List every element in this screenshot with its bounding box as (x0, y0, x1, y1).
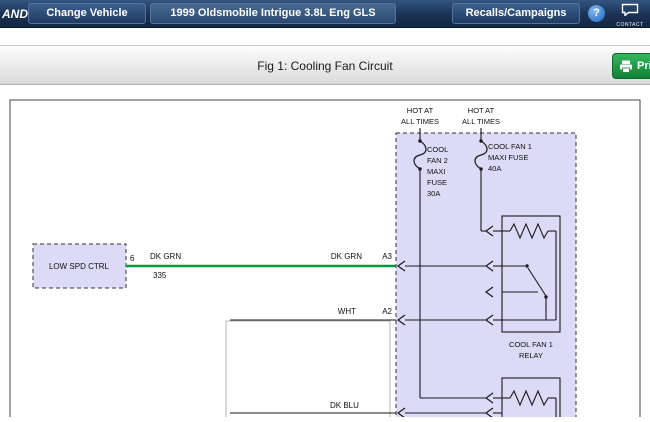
vehicle-title-tab[interactable]: 1999 Oldsmobile Intrigue 3.8L Eng GLS (150, 3, 396, 24)
hot-at-label-1: HOT AT (407, 106, 434, 115)
cool-fan-1-fuse-label: COOL FAN 1 (488, 142, 532, 151)
cooling-fan-circuit-diagram: HOT AT ALL TIMES HOT AT ALL TIMES COOL F… (0, 85, 650, 417)
low-spd-ctrl-label: LOW SPD CTRL (49, 262, 110, 271)
svg-text:MAXI FUSE: MAXI FUSE (488, 153, 528, 162)
relay-switch-contact-dot (544, 295, 547, 298)
hot-at-label-2: HOT AT (468, 106, 495, 115)
cool-fan-1-relay-label: COOL FAN 1 (509, 340, 553, 349)
relay-switch-pivot-dot (525, 264, 528, 267)
svg-text:ALL TIMES: ALL TIMES (462, 117, 500, 126)
cool-fan-2-fuse-label: COOL (427, 145, 448, 154)
print-button[interactable]: Print (612, 53, 650, 79)
contact-button[interactable]: CONTACT (611, 3, 649, 28)
logo-fragment: AND (2, 7, 28, 21)
pin-6-label: 6 (130, 254, 135, 263)
circuit-335-label: 335 (153, 271, 167, 280)
dk-grn-label-left: DK GRN (150, 252, 181, 261)
figure-title: Fig 1: Cooling Fan Circuit (0, 59, 650, 73)
svg-text:40A: 40A (488, 164, 501, 173)
svg-text:30A: 30A (427, 189, 440, 198)
dk-grn-label-right: DK GRN (331, 252, 362, 261)
figure-toolbar: Fig 1: Cooling Fan Circuit Print (0, 45, 650, 85)
spacer-bar (0, 28, 650, 45)
dk-blu-label: DK BLU (330, 401, 359, 410)
printer-icon (619, 60, 633, 73)
terminal-a3-label: A3 (382, 252, 392, 261)
print-button-label: Print (637, 60, 650, 72)
chat-bubble-icon (621, 3, 639, 16)
wiring-diagram-canvas: HOT AT ALL TIMES HOT AT ALL TIMES COOL F… (0, 85, 650, 417)
top-nav-bar: AND Change Vehicle 1999 Oldsmobile Intri… (0, 0, 650, 28)
terminal-a2-label: A2 (382, 307, 392, 316)
svg-text:ALL TIMES: ALL TIMES (401, 117, 439, 126)
fuse-relay-block-box (396, 133, 576, 417)
change-vehicle-button[interactable]: Change Vehicle (28, 3, 146, 24)
svg-text:RELAY: RELAY (519, 351, 543, 360)
component-outline-box (226, 321, 390, 417)
help-icon[interactable]: ? (588, 5, 605, 22)
svg-text:FUSE: FUSE (427, 178, 447, 187)
svg-text:MAXI: MAXI (427, 167, 445, 176)
svg-text:FAN 2: FAN 2 (427, 156, 448, 165)
wht-label: WHT (338, 307, 356, 316)
recalls-campaigns-button[interactable]: Recalls/Campaigns (452, 3, 580, 24)
